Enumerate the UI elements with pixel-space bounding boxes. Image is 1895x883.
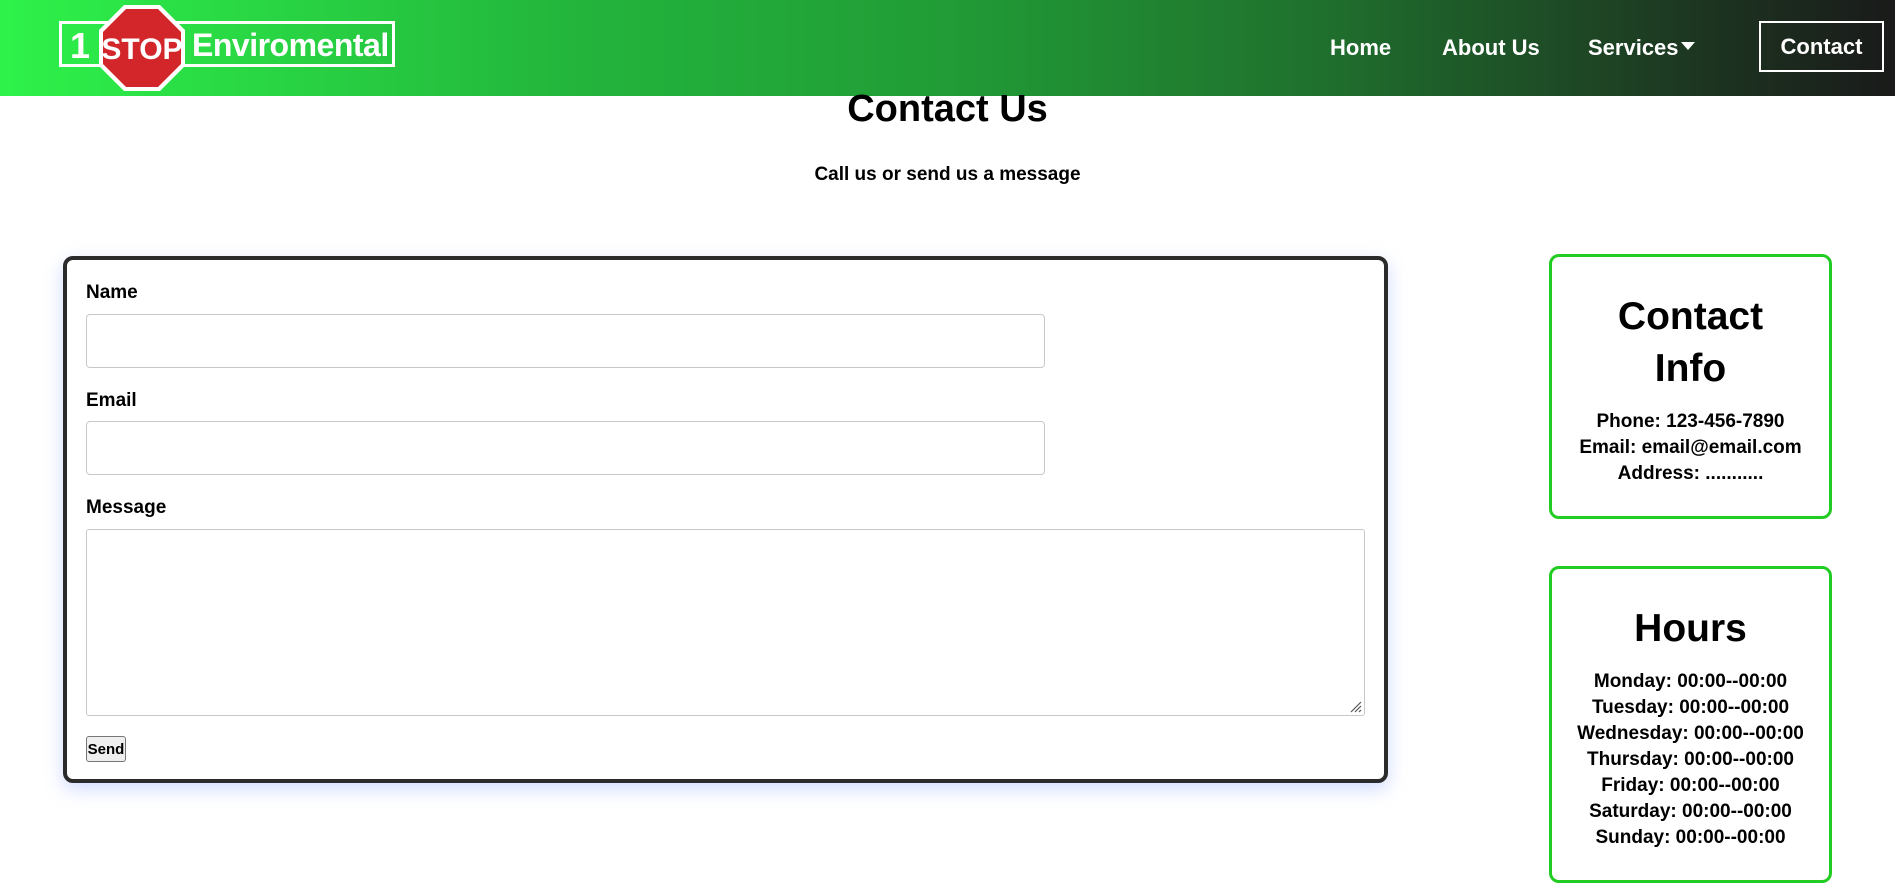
message-textarea[interactable] — [86, 529, 1365, 716]
hours-title: Hours — [1634, 607, 1747, 650]
contact-info-title: Contact Info — [1617, 295, 1764, 390]
hours-monday: Monday: 00:00--00:00 — [1593, 671, 1788, 692]
nav-services-label: Services — [1588, 35, 1679, 60]
email-label: Email — [86, 390, 137, 411]
send-button[interactable]: Send — [86, 736, 126, 762]
contact-address: Address: ........... — [1617, 463, 1764, 484]
resize-handle-icon[interactable] — [1348, 699, 1362, 713]
hours-saturday: Saturday: 00:00--00:00 — [1589, 801, 1792, 822]
contact-phone: Phone: 123-456-7890 — [1596, 411, 1785, 432]
hours-wednesday: Wednesday: 00:00--00:00 — [1577, 723, 1804, 744]
page-title: Contact Us — [847, 88, 1048, 130]
name-label: Name — [86, 282, 138, 303]
contact-info-card: Contact Info Phone: 123-456-7890 Email: … — [1549, 254, 1832, 519]
logo-number: 1 — [70, 25, 91, 66]
contact-form: Name Email Message Send — [63, 256, 1388, 783]
email-input[interactable] — [86, 421, 1045, 475]
logo-brand-text: Enviromental — [192, 27, 389, 63]
page-subtitle: Call us or send us a message — [814, 164, 1081, 185]
nav-about-us[interactable]: About Us — [1442, 0, 1540, 96]
hours-friday: Friday: 00:00--00:00 — [1601, 775, 1780, 796]
caret-down-icon — [1680, 42, 1695, 50]
hours-sunday: Sunday: 00:00--00:00 — [1595, 827, 1786, 848]
stop-sign-icon: STOP — [99, 5, 185, 91]
contact-email: Email: email@email.com — [1579, 437, 1802, 458]
logo-stop-text: STOP — [101, 33, 182, 66]
message-label: Message — [86, 497, 167, 518]
nav-services[interactable]: Services — [1588, 0, 1695, 96]
nav-home[interactable]: Home — [1330, 0, 1391, 96]
hours-card: Hours Monday: 00:00--00:00 Tuesday: 00:0… — [1549, 566, 1832, 883]
site-logo[interactable]: 1 STOP Enviromental — [59, 5, 395, 91]
hours-tuesday: Tuesday: 00:00--00:00 — [1591, 697, 1790, 718]
hours-thursday: Thursday: 00:00--00:00 — [1587, 749, 1794, 770]
name-input[interactable] — [86, 314, 1045, 368]
nav-contact-button[interactable]: Contact — [1759, 21, 1884, 72]
site-header: 1 STOP Enviromental Home About Us Servic… — [0, 0, 1895, 96]
